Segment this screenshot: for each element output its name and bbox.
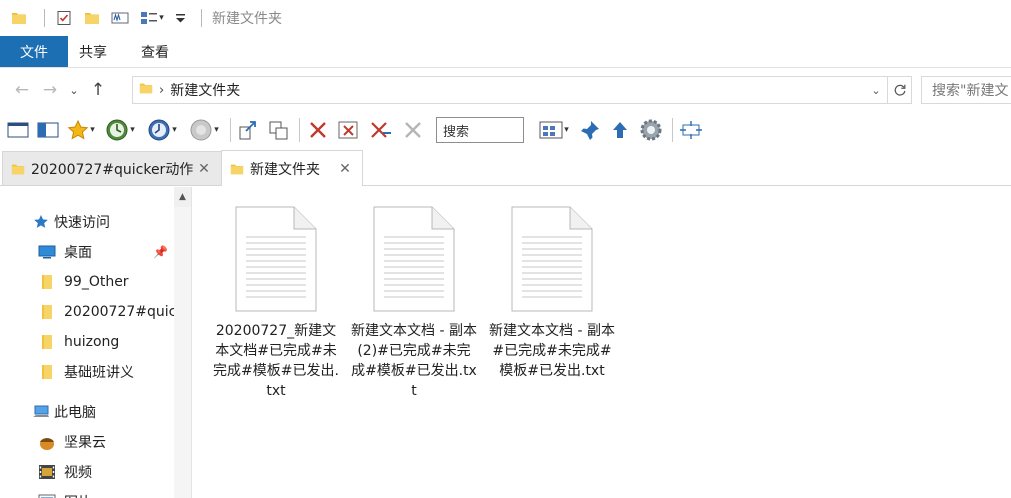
title-separator: [44, 9, 45, 27]
nav-item-quicker[interactable]: 20200727#quicker: [0, 298, 174, 326]
pin-icon[interactable]: [576, 115, 604, 145]
favorites-star-icon[interactable]: ▾: [64, 115, 98, 145]
pin-icon[interactable]: 📌: [153, 245, 168, 259]
close-tab-icon[interactable]: [304, 115, 332, 145]
folder-icon: [38, 333, 56, 351]
tab-file[interactable]: 文件: [0, 36, 68, 67]
title-bar: ▾ 新建文件夹: [0, 0, 1011, 36]
layout-icon[interactable]: ▾: [137, 7, 167, 29]
rename-icon[interactable]: [109, 7, 131, 29]
preview-pane-icon[interactable]: [4, 115, 32, 145]
nav-item-this-pc[interactable]: 此电脑: [0, 398, 174, 426]
new-folder-icon[interactable]: [81, 7, 103, 29]
up-level-icon[interactable]: [606, 115, 634, 145]
properties-icon[interactable]: [53, 7, 75, 29]
search-input[interactable]: 搜索"新建文: [921, 76, 1011, 104]
nav-item-jianguoyun[interactable]: 坚果云: [0, 428, 174, 456]
computer-icon: [32, 403, 50, 421]
close-icon[interactable]: ✕: [336, 161, 354, 177]
folder-icon: [38, 363, 56, 381]
nav-item-pictures[interactable]: 图片: [0, 488, 174, 498]
copy-name-icon[interactable]: [265, 115, 293, 145]
nav-item-desktop[interactable]: 桌面 📌: [0, 238, 174, 266]
address-row: ← → ⌄ ↑ › 新建文件夹 ⌄ 搜索"新建文: [0, 72, 1011, 108]
forward-arrow-icon[interactable]: →: [36, 76, 64, 104]
refresh-icon[interactable]: [888, 76, 912, 104]
title-separator-2: [201, 9, 202, 27]
folder-icon: [11, 164, 25, 174]
options-gear-icon[interactable]: [636, 115, 666, 145]
folder-icon: [230, 164, 244, 174]
recent-locations-chevron-icon[interactable]: ⌄: [64, 76, 84, 104]
tab-label: 新建文件夹: [250, 161, 320, 178]
scrollbar[interactable]: [174, 207, 191, 498]
toolbar-settings-icon[interactable]: [677, 115, 705, 145]
star-icon: [32, 213, 50, 231]
ribbon: 文件 主页 共享 查看: [0, 36, 1011, 68]
file-list: 20200727_新建文本文档#已完成#未完成#模板#已发出.txt 新建文本文…: [193, 187, 1011, 498]
back-arrow-icon[interactable]: ←: [8, 76, 36, 104]
nav-item-99-other[interactable]: 99_Other: [0, 268, 174, 296]
file-item[interactable]: 新建文本文档 - 副本#已完成#未完成#模板#已发出.txt: [489, 205, 615, 381]
view-mode-icon[interactable]: ▾: [534, 115, 574, 145]
file-item[interactable]: 20200727_新建文本文档#已完成#未完成#模板#已发出.txt: [213, 205, 339, 401]
nut-icon: [38, 433, 56, 451]
qt-toolbar: ▾ ▾ ▾ ▾ 搜索 ▾: [0, 112, 1011, 148]
nav-item-huizong[interactable]: huizong: [0, 328, 174, 356]
navigation-pane: ▲ 快速访问 桌面 📌 99_Other 20200727#quicker hu…: [0, 187, 192, 498]
recent-history-icon[interactable]: ▾: [100, 115, 140, 145]
copy-path-icon[interactable]: [235, 115, 263, 145]
scroll-up-icon[interactable]: ▲: [174, 187, 191, 207]
desktop-icon: [38, 243, 56, 261]
customize-qat-icon[interactable]: [173, 7, 187, 29]
nav-item-basics[interactable]: 基础班讲义: [0, 358, 174, 386]
toolbar-search-input[interactable]: 搜索: [436, 117, 524, 143]
close-left-tabs-icon[interactable]: [366, 115, 396, 145]
film-icon: [38, 463, 56, 481]
window-title: 新建文件夹: [212, 11, 282, 27]
app-launcher-icon[interactable]: ▾: [184, 115, 224, 145]
toolbar-separator: [299, 118, 300, 142]
file-item[interactable]: 新建文本文档 - 副本 (2)#已完成#未完成#模板#已发出.txt: [351, 205, 477, 401]
folder-icon: [38, 273, 56, 291]
breadcrumb-chevron-icon[interactable]: ›: [159, 83, 164, 98]
text-file-icon: [511, 206, 593, 312]
close-right-tabs-icon[interactable]: [398, 115, 428, 145]
tab-share[interactable]: 共享: [62, 36, 124, 67]
toolbar-separator: [230, 118, 231, 142]
breadcrumb-current[interactable]: 新建文件夹: [170, 80, 240, 100]
tab-new-folder[interactable]: 新建文件夹 ✕: [221, 150, 363, 186]
tab-quicker[interactable]: 20200727#quicker动作 ✕: [2, 151, 222, 185]
file-name: 20200727_新建文本文档#已完成#未完成#模板#已发出.txt: [213, 323, 339, 399]
nav-item-video[interactable]: 视频: [0, 458, 174, 486]
nav-item-quick-access[interactable]: 快速访问: [0, 208, 174, 236]
picture-icon: [38, 493, 56, 498]
up-arrow-icon[interactable]: ↑: [84, 76, 112, 104]
close-icon[interactable]: ✕: [195, 161, 213, 177]
close-other-tabs-icon[interactable]: [334, 115, 364, 145]
folder-icon: [8, 7, 30, 29]
file-name: 新建文本文档 - 副本#已完成#未完成#模板#已发出.txt: [489, 323, 615, 379]
tab-label: 20200727#quicker动作: [31, 161, 194, 178]
folder-icon: [139, 81, 153, 99]
text-file-icon: [373, 206, 455, 312]
tab-view[interactable]: 查看: [124, 36, 186, 67]
toolbar-separator: [672, 118, 673, 142]
recent-files-icon[interactable]: ▾: [142, 115, 182, 145]
file-name: 新建文本文档 - 副本 (2)#已完成#未完成#模板#已发出.txt: [351, 323, 477, 399]
folder-icon: [38, 303, 56, 321]
address-bar[interactable]: › 新建文件夹 ⌄: [132, 76, 888, 104]
details-pane-icon[interactable]: [34, 115, 62, 145]
text-file-icon: [235, 206, 317, 312]
address-dropdown-icon[interactable]: ⌄: [865, 77, 887, 103]
tab-bar: 20200727#quicker动作 ✕ 新建文件夹 ✕: [0, 150, 1011, 186]
